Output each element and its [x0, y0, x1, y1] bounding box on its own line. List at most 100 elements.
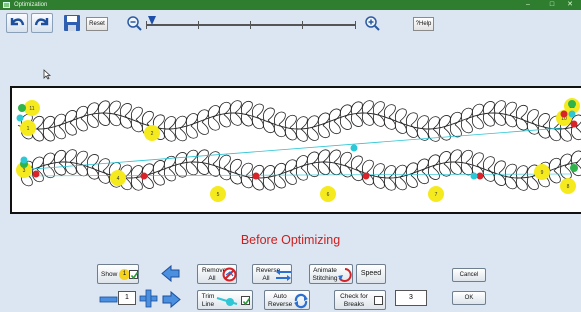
feather-stitch — [527, 177, 539, 191]
feather-stitch — [153, 114, 165, 128]
cancel-button[interactable]: Cancel — [452, 268, 486, 282]
stitch-preview-canvas[interactable]: 123456789101112 — [10, 86, 581, 214]
jump-point — [16, 114, 24, 122]
start-point — [568, 100, 576, 108]
feather-stitch — [406, 174, 418, 188]
trim-line-checkbox[interactable] — [241, 296, 251, 306]
feather-stitch — [296, 128, 308, 142]
undo-icon — [10, 18, 25, 26]
feather-stitch — [428, 166, 440, 180]
reverse-all-button[interactable]: Reverse All — [252, 264, 292, 284]
jump-point — [350, 144, 358, 152]
feather-stitch — [373, 101, 385, 115]
decrement-button[interactable] — [99, 290, 118, 309]
start-point — [570, 164, 578, 172]
feather-stitch — [318, 125, 330, 139]
jump-line — [19, 127, 563, 171]
zoom-slider-track[interactable] — [146, 21, 356, 29]
feather-stitch — [318, 161, 330, 175]
trim-line-button[interactable]: Trim Line — [197, 290, 253, 310]
feather-stitch — [285, 114, 297, 128]
mouse-cursor-icon — [43, 69, 51, 80]
title-bar: Optimization – □ ✕ — [0, 0, 581, 10]
plus-icon — [139, 289, 158, 308]
remove-all-label-1: Remove — [202, 267, 227, 274]
feather-stitch — [252, 177, 264, 191]
index-field[interactable]: 1 — [118, 291, 136, 305]
help-button[interactable]: ?Help — [413, 17, 434, 31]
feather-stitch — [395, 108, 407, 122]
feather-stitch — [505, 163, 517, 177]
check-for-breaks-button[interactable]: Check for Breaks — [334, 290, 386, 310]
quilting-design: 123456789101112 — [16, 98, 581, 202]
feather-stitch — [362, 100, 374, 114]
sequence-marker-label: 11 — [29, 106, 34, 112]
feather-stitch — [252, 103, 264, 117]
reverse-all-label-1: Reverse — [256, 267, 281, 274]
feather-stitch — [406, 112, 418, 126]
ok-button[interactable]: OK — [452, 291, 486, 305]
feather-stitch — [472, 152, 484, 166]
stop-point — [140, 172, 148, 180]
stop-point — [252, 172, 260, 180]
auto-reverse-button[interactable]: Auto Reverse — [264, 290, 310, 310]
feather-stitch — [296, 116, 308, 130]
feather-stitch — [395, 177, 407, 191]
animate-stitching-button[interactable]: Animate Stitching — [309, 264, 353, 284]
zoom-out-button[interactable] — [126, 15, 144, 31]
increment-button[interactable] — [139, 289, 158, 308]
reverse-all-label-2: All — [262, 275, 270, 282]
feather-stitch — [351, 155, 363, 169]
start-point — [18, 104, 26, 112]
speed-button[interactable]: Speed — [356, 264, 386, 284]
show-button[interactable]: Show 1 — [97, 264, 139, 284]
next-arrow-button[interactable] — [162, 290, 181, 309]
show-checkbox[interactable] — [129, 270, 139, 280]
minimize-button[interactable]: – — [517, 0, 539, 10]
breaks-count-field[interactable]: 3 — [395, 290, 427, 306]
feather-stitch — [483, 156, 495, 170]
zoom-slider-thumb[interactable] — [148, 16, 156, 25]
feather-stitch — [208, 117, 220, 131]
feather-stitch — [439, 127, 451, 141]
minus-icon — [99, 296, 118, 303]
zoom-in-button[interactable] — [364, 15, 382, 31]
undo-button[interactable] — [6, 13, 28, 33]
feather-stitch — [516, 104, 528, 118]
sequence-marker-label: 5 — [217, 192, 220, 198]
feather-stitch — [329, 149, 341, 163]
feather-stitch — [219, 101, 231, 115]
feather-stitch — [87, 114, 99, 128]
feather-stitch — [109, 100, 121, 114]
remove-all-button[interactable]: Remove All — [197, 264, 237, 284]
feather-stitch — [571, 150, 581, 164]
feather-stitch — [197, 161, 209, 175]
jump-line — [19, 173, 573, 177]
save-button[interactable] — [62, 13, 82, 33]
trim-line-label-2: Line — [201, 301, 215, 308]
feather-stitch — [98, 158, 110, 172]
sequence-marker-label: 4 — [117, 176, 120, 182]
feather-stitch — [98, 112, 110, 126]
feather-stitch — [263, 177, 275, 191]
feather-stitch — [329, 121, 341, 135]
feather-stitch — [560, 166, 572, 180]
check-breaks-checkbox[interactable] — [374, 296, 383, 305]
feather-stitch — [505, 114, 517, 128]
feather-stitch — [43, 128, 55, 142]
redo-button[interactable] — [31, 13, 53, 33]
feather-stitch — [274, 111, 286, 125]
remove-all-label-2: All — [208, 275, 216, 282]
stop-point — [560, 110, 568, 118]
show-label: Show — [101, 271, 118, 278]
feather-stitch — [285, 171, 297, 185]
animate-label-2: Stitching — [312, 275, 338, 282]
reset-button[interactable]: Reset — [86, 17, 108, 31]
close-button[interactable]: ✕ — [559, 0, 581, 10]
check-icon — [242, 298, 251, 306]
feather-stitch — [131, 106, 143, 120]
stop-point — [32, 170, 40, 178]
feather-stitch — [373, 113, 385, 127]
sequence-marker-label: 6 — [327, 192, 330, 198]
previous-arrow-button[interactable] — [161, 264, 180, 283]
